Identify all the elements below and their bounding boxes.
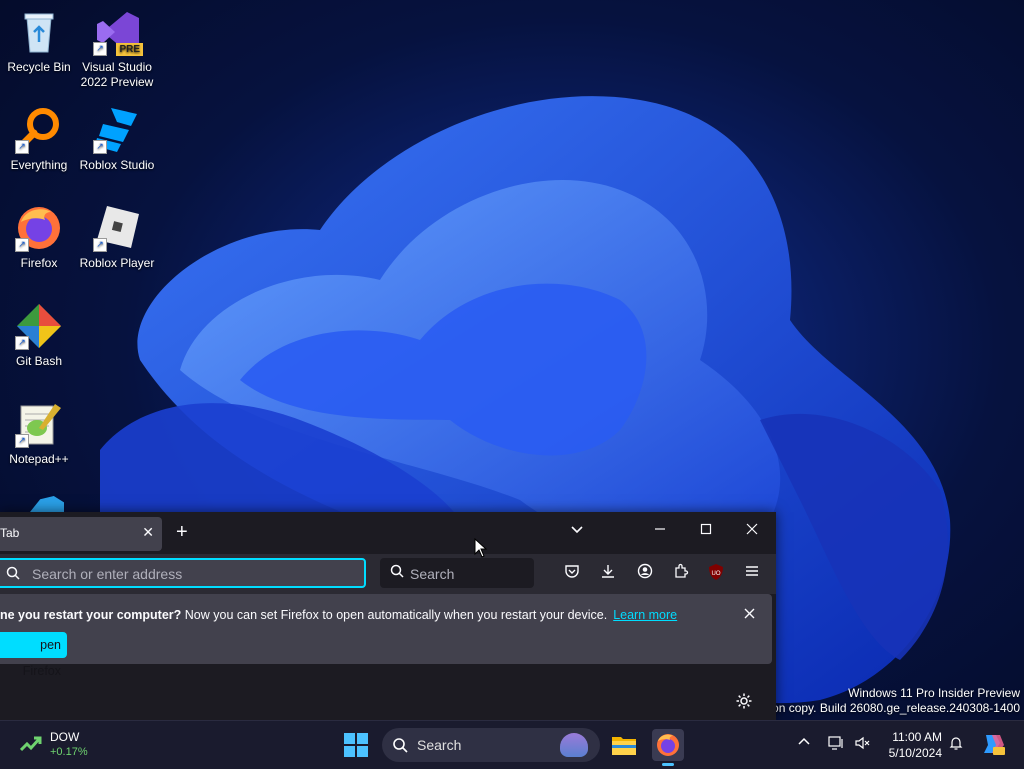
search-highlight-icon bbox=[560, 733, 588, 757]
desktop-icon-recycle-bin[interactable]: Recycle Bin bbox=[1, 8, 77, 75]
windows-logo-tile bbox=[344, 746, 355, 757]
stock-name: DOW bbox=[50, 730, 80, 744]
menu-icon[interactable] bbox=[741, 563, 763, 585]
desktop-icon-label: Roblox Player bbox=[79, 256, 155, 270]
desktop-icon-label: Notepad++ bbox=[9, 452, 69, 466]
magnifier-icon: ↗ bbox=[15, 106, 63, 154]
close-window-icon[interactable] bbox=[746, 522, 758, 541]
desktop-icon-label: Git Bash bbox=[15, 354, 63, 368]
chevron-up-icon[interactable] bbox=[797, 735, 811, 752]
shortcut-arrow-icon: ↗ bbox=[93, 238, 107, 252]
recycle-bin-icon bbox=[15, 8, 63, 56]
roblox-player-icon: ↗ bbox=[93, 204, 141, 252]
desktop-icon-roblox-studio[interactable]: ↗ Roblox Studio bbox=[79, 106, 155, 173]
windows-watermark: Windows 11 Pro Insider Preview ition cop… bbox=[763, 686, 1020, 716]
clock-time: 11:00 AM bbox=[892, 730, 942, 744]
active-indicator bbox=[662, 763, 674, 766]
windows-logo-tile bbox=[357, 746, 368, 757]
copilot-icon[interactable] bbox=[980, 731, 1006, 760]
open-firefox-button[interactable]: pen Firefox bbox=[0, 632, 67, 678]
shortcut-arrow-icon: ↗ bbox=[15, 434, 29, 448]
desktop-icon-label: Visual Studio 2022 Preview bbox=[80, 60, 154, 89]
firefox-icon bbox=[657, 734, 679, 756]
search-icon bbox=[392, 737, 408, 756]
desktop-icon-label: Roblox Studio bbox=[79, 158, 155, 172]
pre-badge: PRE bbox=[116, 43, 143, 56]
search-bar[interactable]: Search bbox=[380, 558, 534, 588]
taskbar-search[interactable]: Search bbox=[382, 728, 600, 762]
taskbar-search-label: Search bbox=[417, 737, 462, 753]
close-tab-icon[interactable]: ✕ bbox=[142, 524, 154, 541]
notification-bold-text: ne you restart your computer? bbox=[0, 608, 182, 622]
firefox-taskbar-button[interactable] bbox=[652, 729, 684, 766]
desktop-icon-label: Recycle Bin bbox=[7, 60, 71, 74]
mouse-cursor-icon bbox=[474, 537, 488, 563]
firefox-icon: ↗ bbox=[15, 204, 63, 252]
desktop-icon-roblox-player[interactable]: ↗ Roblox Player bbox=[79, 204, 155, 271]
stock-change: +0.17% bbox=[50, 746, 88, 758]
download-icon[interactable] bbox=[597, 563, 619, 585]
shortcut-arrow-icon: ↗ bbox=[93, 42, 107, 56]
watermark-line-2: ition copy. Build 26080.ge_release.24030… bbox=[763, 701, 1020, 715]
shortcut-arrow-icon: ↗ bbox=[15, 238, 29, 252]
shortcut-arrow-icon: ↗ bbox=[15, 336, 29, 350]
search-icon bbox=[390, 564, 404, 581]
desktop-icon-label: Everything bbox=[10, 158, 68, 172]
tab-strip: Tab ✕ + bbox=[0, 512, 776, 554]
notepad-plus-plus-icon: ↗ bbox=[15, 400, 63, 448]
git-bash-icon: ↗ bbox=[15, 302, 63, 350]
windows-logo-tile bbox=[344, 733, 355, 744]
new-tab-icon[interactable]: + bbox=[176, 522, 188, 542]
desktop-icon-notepad-plus-plus[interactable]: ↗ Notepad++ bbox=[1, 400, 77, 467]
volume-muted-icon[interactable] bbox=[854, 735, 870, 754]
clock-date: 5/10/2024 bbox=[888, 746, 942, 760]
visual-studio-icon: PRE ↗ bbox=[93, 8, 143, 56]
file-explorer-button[interactable] bbox=[608, 729, 640, 761]
close-notification-icon[interactable] bbox=[744, 606, 755, 623]
ublock-label: UO bbox=[712, 571, 721, 577]
url-input[interactable] bbox=[30, 565, 354, 583]
firefox-window: Tab ✕ + Search or enter address Search U… bbox=[0, 512, 776, 720]
search-icon bbox=[6, 566, 20, 583]
desktop-icon-git-bash[interactable]: ↗ Git Bash bbox=[1, 302, 77, 369]
list-tabs-chevron-icon[interactable] bbox=[570, 522, 584, 541]
shortcut-arrow-icon: ↗ bbox=[93, 140, 107, 154]
maximize-icon[interactable] bbox=[700, 522, 712, 541]
learn-more-link[interactable]: Learn more bbox=[613, 608, 677, 622]
start-button[interactable] bbox=[344, 733, 368, 757]
notification-message: ne you restart your computer? Now you ca… bbox=[0, 608, 677, 622]
shortcut-arrow-icon: ↗ bbox=[15, 140, 29, 154]
taskbar: DOW +0.17% Search 11:00 AM 5/10/2024 bbox=[0, 720, 1024, 769]
minimize-icon[interactable] bbox=[654, 522, 666, 541]
ublock-icon[interactable]: UO bbox=[705, 563, 727, 585]
pocket-icon[interactable] bbox=[561, 563, 583, 585]
desktop-icon-firefox[interactable]: ↗ Firefox bbox=[1, 204, 77, 271]
desktop-icon-visual-studio[interactable]: PRE ↗ Visual Studio 2022 Preview bbox=[79, 8, 155, 90]
folder-icon bbox=[612, 737, 636, 755]
roblox-studio-icon: ↗ bbox=[93, 106, 141, 154]
stock-chart-icon bbox=[20, 736, 42, 752]
taskbar-clock[interactable]: 11:00 AM 5/10/2024 bbox=[876, 729, 942, 761]
bell-icon[interactable] bbox=[948, 735, 964, 754]
navigation-toolbar: Search UO bbox=[0, 554, 776, 594]
extensions-icon[interactable] bbox=[670, 563, 692, 585]
watermark-line-1: Windows 11 Pro Insider Preview bbox=[848, 686, 1020, 700]
tab-title: Tab bbox=[0, 526, 20, 540]
search-placeholder: Search bbox=[410, 566, 455, 582]
desktop-icon-everything[interactable]: ↗ Everything bbox=[1, 106, 77, 173]
notification-text: Now you can set Firefox to open automati… bbox=[181, 608, 608, 622]
gear-icon[interactable] bbox=[735, 692, 753, 715]
desktop-icon-label: Firefox bbox=[20, 256, 58, 270]
network-icon[interactable] bbox=[828, 735, 844, 754]
restart-notification-bar: ne you restart your computer? Now you ca… bbox=[0, 594, 772, 678]
url-bar[interactable] bbox=[0, 558, 366, 588]
tab-new-tab[interactable]: Tab ✕ bbox=[0, 517, 162, 551]
account-icon[interactable] bbox=[634, 563, 656, 585]
windows-logo-tile bbox=[357, 733, 368, 744]
